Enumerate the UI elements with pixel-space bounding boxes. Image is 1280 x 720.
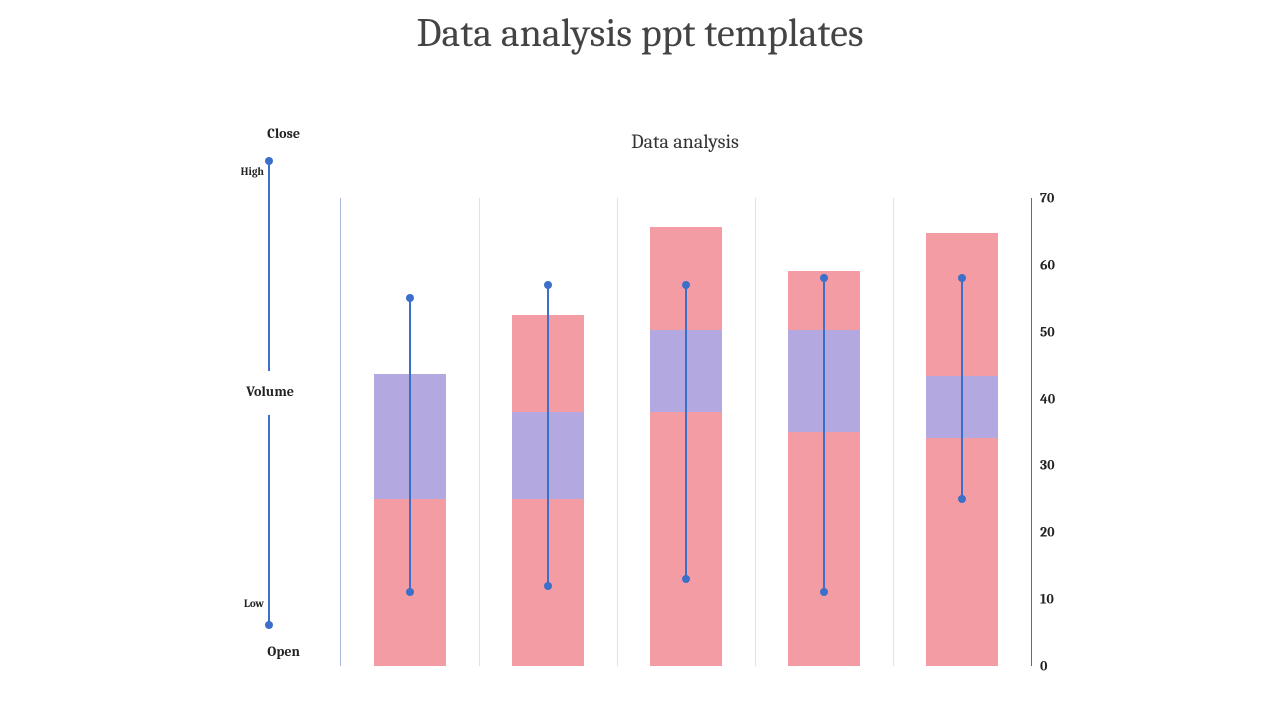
chart-title: Data analysis bbox=[340, 130, 1030, 153]
legend-line-top bbox=[268, 161, 270, 371]
whisker-line bbox=[685, 285, 687, 579]
y-right-tick: 50 bbox=[1040, 323, 1055, 340]
whisker-line bbox=[961, 278, 963, 499]
high-dot-icon bbox=[544, 281, 552, 289]
low-dot-icon bbox=[544, 582, 552, 590]
bar-group bbox=[788, 198, 860, 666]
gridline bbox=[617, 198, 618, 666]
y-right-tick: 10 bbox=[1040, 591, 1054, 608]
y-right-tick: 60 bbox=[1040, 256, 1055, 273]
legend-dot-low bbox=[265, 621, 273, 629]
y-right-tick: 70 bbox=[1040, 190, 1054, 207]
gridline bbox=[893, 198, 894, 666]
y-right-tick: 30 bbox=[1040, 457, 1055, 474]
y-right-tick: 0 bbox=[1040, 658, 1047, 675]
legend-volume: Volume bbox=[246, 383, 294, 400]
y-right-tick: 20 bbox=[1040, 524, 1055, 541]
bar-group bbox=[374, 198, 446, 666]
legend-close: Close bbox=[267, 125, 300, 142]
bar-group bbox=[926, 198, 998, 666]
bar-group bbox=[512, 198, 584, 666]
low-dot-icon bbox=[958, 495, 966, 503]
page-title: Data analysis ppt templates bbox=[0, 10, 1280, 56]
legend-open: Open bbox=[267, 643, 300, 660]
chart-plot-area bbox=[340, 198, 1032, 666]
legend-high: High bbox=[241, 165, 264, 178]
slide: Data analysis ppt templates Close High V… bbox=[0, 0, 1280, 720]
legend-low: Low bbox=[244, 597, 264, 610]
high-dot-icon bbox=[682, 281, 690, 289]
whisker-line bbox=[409, 298, 411, 592]
legend-line-bottom bbox=[268, 415, 270, 625]
whisker-line bbox=[547, 285, 549, 586]
bar-group bbox=[650, 198, 722, 666]
y-right-tick: 40 bbox=[1040, 390, 1055, 407]
whisker-line bbox=[823, 278, 825, 592]
gridline bbox=[479, 198, 480, 666]
gridline bbox=[755, 198, 756, 666]
high-dot-icon bbox=[406, 294, 414, 302]
